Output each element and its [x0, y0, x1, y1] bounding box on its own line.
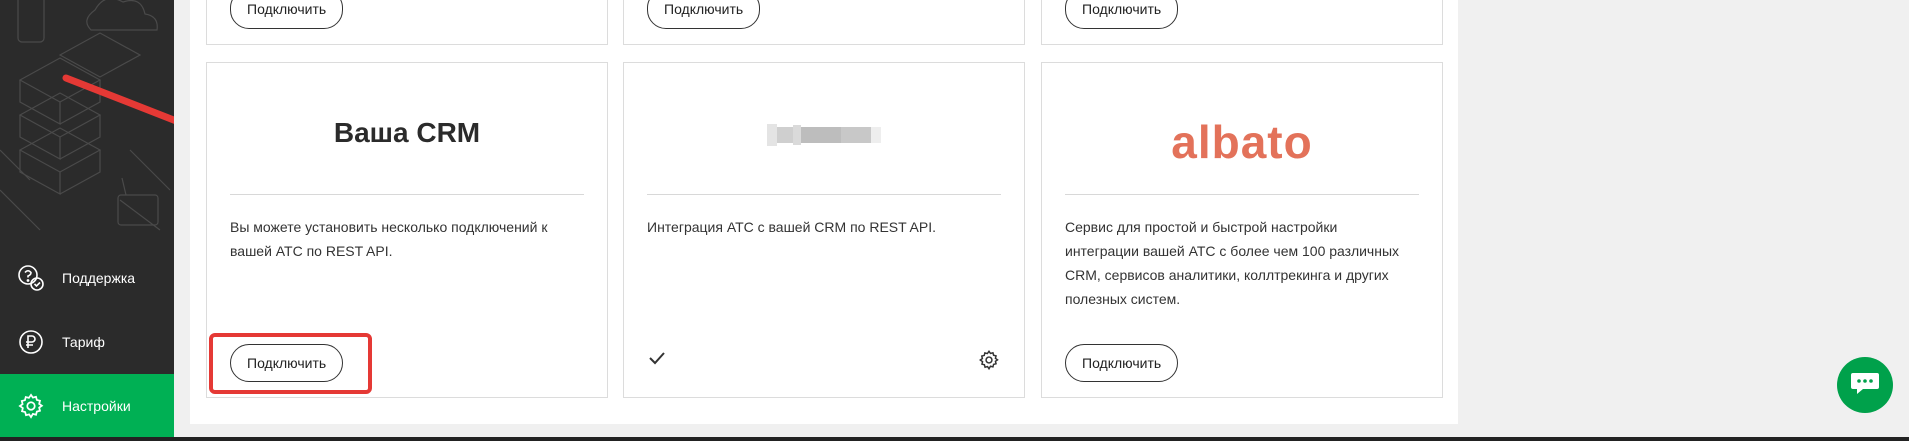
sidebar-item-tariff[interactable]: Тариф	[0, 310, 174, 374]
card-title: Ваша CRM	[333, 116, 481, 148]
sidebar-item-label: Настройки	[62, 398, 131, 414]
sidebar-item-settings[interactable]: Настройки	[0, 374, 174, 438]
gear-icon[interactable]	[978, 349, 1000, 376]
check-icon	[648, 351, 666, 370]
chat-button[interactable]	[1837, 357, 1893, 413]
card-description: Сервис для простой и быстрой настройки и…	[1065, 219, 1400, 307]
connect-button[interactable]: Подключить	[1065, 344, 1179, 382]
connect-button[interactable]: Подключить	[230, 0, 344, 29]
annotation-arrow	[62, 74, 174, 124]
sidebar-item-support[interactable]: Поддержка	[0, 246, 174, 310]
sidebar-item-label: Тариф	[62, 334, 105, 350]
integration-card-rest-api: Интеграция АТС с вашей CRM по REST API.	[623, 62, 1025, 398]
integration-card-your-crm: Ваша CRM Вы можете установить несколько …	[206, 62, 608, 398]
card-description: Вы можете установить несколько подключен…	[230, 219, 548, 259]
albato-logo: albato	[1171, 115, 1313, 168]
connect-button[interactable]: Подключить	[647, 0, 761, 29]
bottom-edge	[0, 437, 1909, 441]
support-icon	[16, 263, 46, 293]
chat-icon	[1850, 370, 1880, 401]
card-logo-area	[647, 85, 1001, 195]
card-logo-area: Ваша CRM	[230, 85, 584, 195]
sidebar: Поддержка Тариф Настройки	[0, 0, 174, 441]
integration-card: Подключить	[1041, 0, 1443, 45]
connect-button[interactable]: Подключить	[230, 344, 344, 382]
card-logo-area: albato	[1065, 85, 1419, 195]
gear-icon	[16, 391, 46, 421]
integration-card: Подключить	[206, 0, 608, 45]
card-description: Интеграция АТС с вашей CRM по REST API.	[647, 219, 936, 235]
connect-button[interactable]: Подключить	[1065, 0, 1179, 29]
integration-card-albato: albato Сервис для простой и быстрой наст…	[1041, 62, 1443, 398]
ruble-icon	[16, 327, 46, 357]
integrations-panel: Подключить Подключить Подключить Ваша CR…	[190, 0, 1458, 424]
sidebar-item-label: Поддержка	[62, 270, 136, 286]
blurred-logo	[767, 123, 881, 146]
integration-card: Подключить	[623, 0, 1025, 45]
